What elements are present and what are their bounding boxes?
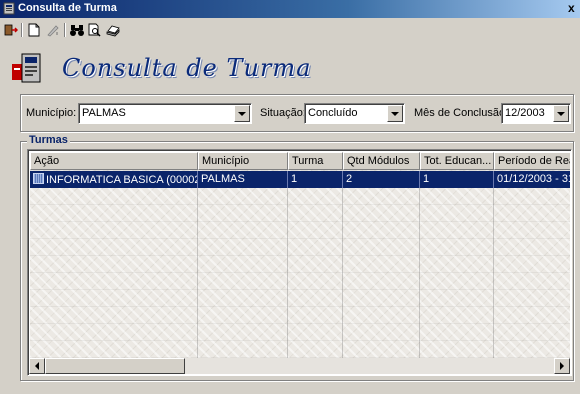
turmas-group-label: Turmas [27,134,70,146]
column-header-municipio[interactable]: Município [198,152,288,170]
toolbar [0,19,580,41]
scroll-right-icon[interactable] [554,358,570,374]
toolbar-separator [64,23,66,37]
situacao-select[interactable]: Concluído [304,103,405,124]
column-divider [493,188,494,358]
mes-conclusao-value: 12/2003 [505,107,545,119]
chevron-down-icon[interactable] [553,105,569,122]
exit-icon[interactable] [2,21,20,39]
situacao-label: Situação: [260,107,306,119]
form-icon [12,53,41,83]
cell-qtd-modulos[interactable]: 2 [343,171,420,188]
cell-turma[interactable]: 1 [288,171,343,188]
print-icon[interactable] [104,21,122,39]
horizontal-scrollbar[interactable] [29,358,570,374]
cell-municipio[interactable]: PALMAS [198,171,288,188]
municipio-label: Município: [26,107,77,119]
table-row[interactable]: INFORMATICA BASICA (00002) PALMAS 1 2 1 … [30,171,570,188]
print-preview-icon[interactable] [86,21,104,39]
column-divider [287,188,288,358]
grid-header-row: Ação Município Turma Qtd Módulos Tot. Ed… [30,152,570,170]
mes-conclusao-select[interactable]: 12/2003 [501,103,571,124]
page-title: Consulta de Turma [62,54,312,82]
chevron-down-icon[interactable] [234,105,250,122]
edit-icon[interactable] [44,21,62,39]
municipio-value: PALMAS [82,107,126,119]
cell-acao-text: INFORMATICA BASICA (00002) [46,174,198,186]
column-divider [197,188,198,358]
column-header-tot-educandos[interactable]: Tot. Educan... [420,152,494,170]
window-title: Consulta de Turma [18,2,117,14]
column-header-periodo[interactable]: Período de Reali [494,152,570,170]
toolbar-separator [21,23,23,37]
scrollbar-thumb[interactable] [45,358,185,374]
column-divider [342,188,343,358]
page-header: Consulta de Turma [0,44,580,96]
grid-body: Ação Município Turma Qtd Módulos Tot. Ed… [30,152,570,358]
new-document-icon[interactable] [25,21,43,39]
cell-acao[interactable]: INFORMATICA BASICA (00002) [30,171,198,188]
app-icon [3,2,15,15]
turmas-grid[interactable]: Ação Município Turma Qtd Módulos Tot. Ed… [27,149,572,376]
column-header-qtd-modulos[interactable]: Qtd Módulos [343,152,420,170]
filter-panel: Município: PALMAS Situação: Concluído Mê… [20,94,574,132]
column-divider [419,188,420,358]
row-indicator-icon [33,173,44,184]
mes-conclusao-label: Mês de Conclusão: [414,107,509,119]
binoculars-search-icon[interactable] [68,21,86,39]
municipio-select[interactable]: PALMAS [78,103,252,124]
cell-periodo[interactable]: 01/12/2003 - 31... [494,171,570,188]
chevron-down-icon[interactable] [387,105,403,122]
scroll-left-icon[interactable] [29,358,45,374]
close-button[interactable]: x [568,1,575,15]
cell-tot-educandos[interactable]: 1 [420,171,494,188]
situacao-value: Concluído [308,107,358,119]
column-header-turma[interactable]: Turma [288,152,343,170]
title-bar: Consulta de Turma x [0,0,580,18]
column-header-acao[interactable]: Ação [30,152,198,170]
